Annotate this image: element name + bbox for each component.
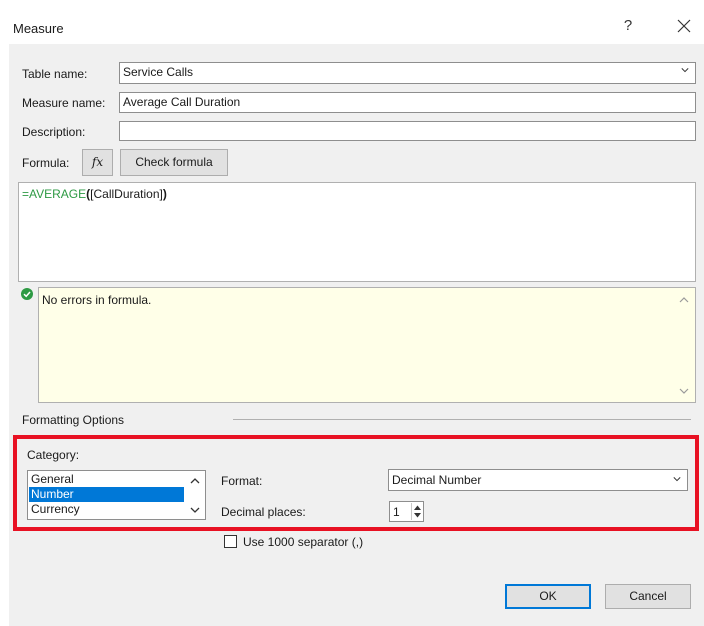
dialog-title: Measure bbox=[13, 21, 64, 36]
formula-function: AVERAGE bbox=[29, 187, 87, 201]
category-item-number[interactable]: Number bbox=[29, 487, 184, 502]
ok-button[interactable]: OK bbox=[505, 584, 591, 609]
table-name-label: Table name: bbox=[22, 67, 88, 81]
cancel-button[interactable]: Cancel bbox=[605, 584, 691, 609]
use-1000-separator-checkbox[interactable] bbox=[224, 535, 237, 548]
category-listbox[interactable]: General Number Currency bbox=[27, 470, 206, 520]
category-item-currency[interactable]: Currency bbox=[29, 502, 184, 517]
fx-icon: fx bbox=[91, 155, 104, 169]
spinner-buttons[interactable] bbox=[411, 503, 423, 520]
chevron-down-icon bbox=[681, 68, 689, 73]
formula-argument: [CallDuration] bbox=[90, 187, 163, 201]
check-circle-icon bbox=[21, 288, 33, 300]
spin-up-icon[interactable] bbox=[413, 504, 422, 511]
category-label: Category: bbox=[27, 448, 80, 462]
use-1000-separator-label[interactable]: Use 1000 separator (,) bbox=[243, 535, 363, 549]
chevron-down-icon[interactable] bbox=[190, 505, 200, 515]
scroll-up-icon[interactable] bbox=[679, 295, 689, 305]
table-name-combobox[interactable]: Service Calls bbox=[119, 62, 696, 84]
formula-status-box[interactable]: No errors in formula. bbox=[38, 287, 696, 403]
check-formula-button[interactable]: Check formula bbox=[120, 149, 228, 176]
description-label: Description: bbox=[22, 125, 86, 139]
formula-editor[interactable]: =AVERAGE([CallDuration]) bbox=[18, 182, 696, 282]
chevron-down-icon bbox=[673, 477, 681, 482]
formula-label: Formula: bbox=[22, 156, 70, 170]
close-button[interactable] bbox=[674, 15, 694, 38]
chevron-up-icon[interactable] bbox=[190, 476, 200, 486]
category-item-general[interactable]: General bbox=[29, 472, 184, 487]
help-button[interactable]: ? bbox=[620, 17, 636, 34]
decimal-places-value[interactable]: 1 bbox=[393, 505, 400, 519]
close-icon bbox=[677, 19, 691, 33]
format-combobox[interactable]: Decimal Number bbox=[388, 469, 688, 491]
formula-equals: = bbox=[22, 187, 30, 201]
formatting-options-heading: Formatting Options bbox=[22, 413, 125, 427]
format-label: Format: bbox=[221, 474, 263, 488]
spin-down-icon[interactable] bbox=[413, 512, 422, 519]
measure-name-input[interactable]: Average Call Duration bbox=[119, 92, 696, 113]
section-divider bbox=[233, 419, 691, 420]
scroll-down-icon[interactable] bbox=[679, 386, 689, 396]
format-value: Decimal Number bbox=[392, 473, 482, 487]
measure-name-value: Average Call Duration bbox=[123, 95, 241, 109]
measure-name-label: Measure name: bbox=[22, 96, 106, 110]
fx-button[interactable]: fx bbox=[82, 149, 113, 176]
table-name-value: Service Calls bbox=[123, 65, 194, 79]
formula-close-paren: ) bbox=[162, 187, 167, 201]
description-input[interactable] bbox=[119, 121, 696, 141]
decimal-places-label: Decimal places: bbox=[221, 505, 306, 519]
decimal-places-spinner[interactable]: 1 bbox=[389, 501, 424, 522]
formula-text: =AVERAGE([CallDuration]) bbox=[22, 187, 167, 201]
formula-status-message: No errors in formula. bbox=[42, 293, 152, 307]
